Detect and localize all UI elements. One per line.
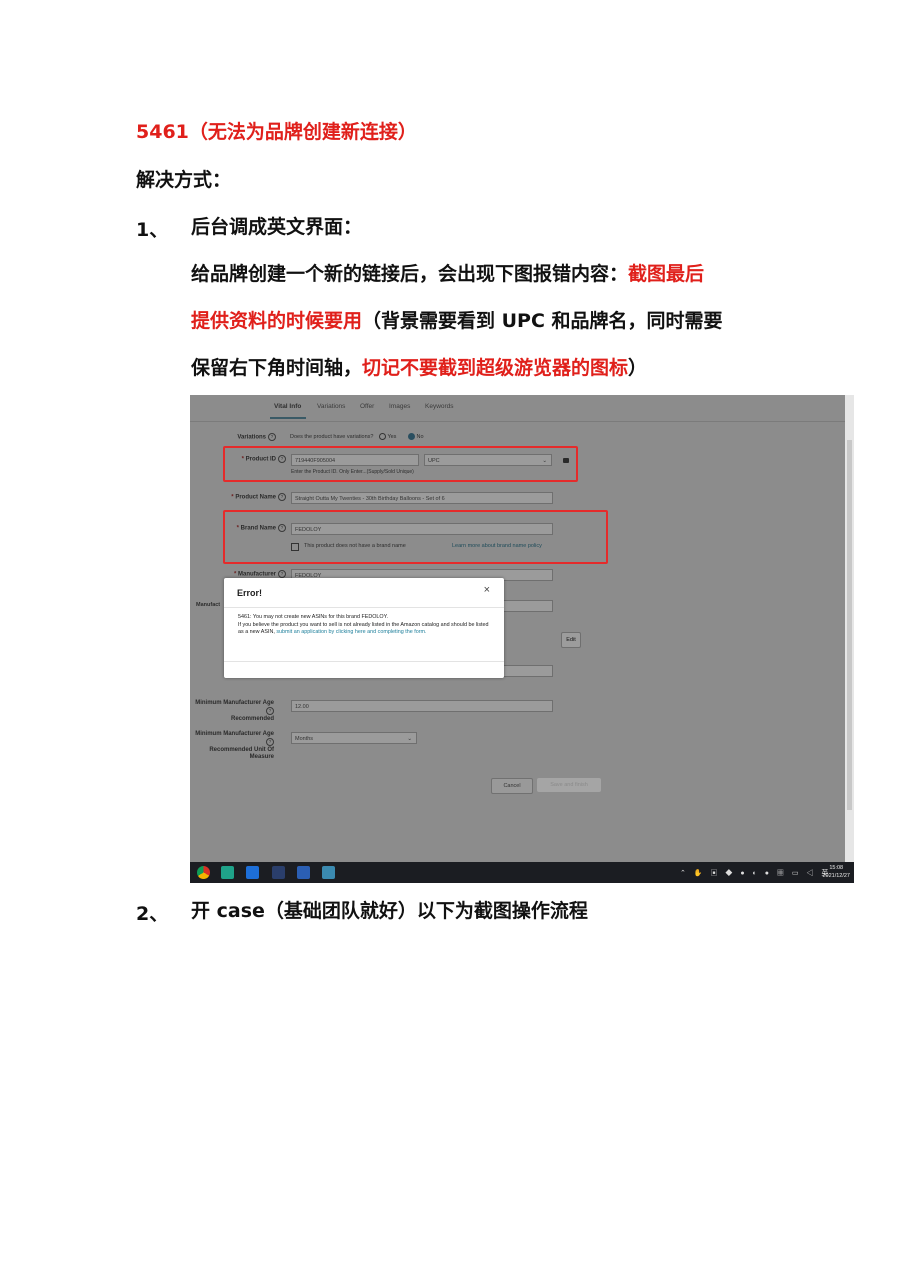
radio-yes[interactable]	[379, 433, 386, 440]
edit-button[interactable]: Edit	[561, 632, 581, 648]
active-tab-indicator	[270, 417, 306, 419]
min-age-unit-select[interactable]: Months ⌄	[291, 732, 417, 744]
application-link[interactable]: submit an application by clicking here a…	[276, 629, 426, 635]
scrollbar[interactable]	[845, 395, 854, 865]
embedded-screenshot: Vital Info Variations Offer Images Keywo…	[190, 395, 854, 883]
product-name-label: * Product Name?	[210, 493, 286, 501]
tray-icons[interactable]: ⌃ ✋ ▣ ◆ ● ◐ ● ▦ ▭ ◁ 英	[680, 868, 831, 878]
para-line-1-red: 截图最后	[628, 263, 705, 285]
divider	[224, 607, 504, 608]
para-line-1: 给品牌创建一个新的链接后，会出现下图报错内容：截图最后	[191, 262, 704, 286]
tab-images[interactable]: Images	[389, 403, 410, 410]
tab-bar: Vital Info Variations Offer Images Keywo…	[190, 395, 854, 422]
hidden-field-1[interactable]	[503, 600, 553, 612]
help-icon[interactable]: ?	[266, 738, 274, 746]
taskbar-clock[interactable]: 15:08 2021/12/27	[822, 864, 850, 880]
variations-label: Variations?	[210, 433, 276, 441]
heading-code: 5461（无法为品牌创建新连接）	[136, 121, 417, 143]
ziniao-icon[interactable]	[246, 866, 259, 879]
error-dialog: Error! × 5461: You may not create new AS…	[224, 578, 504, 678]
tab-vital-info[interactable]: Vital Info	[274, 403, 301, 410]
app-icon[interactable]	[221, 866, 234, 879]
para-line-2-black: （背景需要看到 UPC 和品牌名，同时需要	[362, 310, 723, 332]
help-icon[interactable]: ?	[278, 493, 286, 501]
tab-variations[interactable]: Variations	[317, 403, 345, 410]
help-icon[interactable]: ?	[268, 433, 276, 441]
product-id-highlight-box	[223, 446, 578, 482]
error-line-1: 5461: You may not create new ASINs for t…	[238, 614, 389, 620]
min-age-unit-label: Minimum Manufacturer Age? Recommended Uni…	[195, 731, 274, 760]
word-icon[interactable]	[297, 866, 310, 879]
notes-icon[interactable]	[322, 866, 335, 879]
para-line-3: 保留右下角时间轴，切记不要截到超级游览器的图标）	[191, 356, 647, 380]
app-icon[interactable]	[272, 866, 285, 879]
windows-taskbar: ⌃ ✋ ▣ ◆ ● ◐ ● ▦ ▭ ◁ 英 15:08 2021/12/27	[190, 862, 854, 883]
para-line-2-red: 提供资料的时候要用	[191, 310, 363, 332]
variations-question: Does the product have variations? Yes No	[290, 433, 424, 440]
para-line-3-end: ）	[628, 357, 648, 379]
cancel-button[interactable]: Cancel	[491, 778, 533, 794]
divider	[224, 661, 504, 662]
step-1-number: 1、	[136, 219, 169, 241]
scrollbar-thumb[interactable]	[847, 440, 852, 810]
chevron-down-icon: ⌄	[407, 736, 412, 742]
para-line-3-black: 保留右下角时间轴，	[191, 357, 363, 379]
tab-keywords[interactable]: Keywords	[425, 403, 454, 410]
para-line-2: 提供资料的时候要用（背景需要看到 UPC 和品牌名，同时需要	[191, 309, 723, 333]
help-icon[interactable]: ?	[266, 707, 274, 715]
manufacturer-label: * Manufacturer?	[210, 570, 286, 578]
solution-label: 解决方式：	[136, 169, 232, 191]
para-line-3-red: 切记不要截到超级游览器的图标	[362, 357, 629, 379]
step-2-number: 2、	[136, 903, 169, 925]
save-and-finish-button[interactable]: Save and finish	[537, 778, 601, 792]
tab-offer[interactable]: Offer	[360, 403, 374, 410]
min-age-input[interactable]: 12.00	[291, 700, 553, 712]
step-1-text: 后台调成英文界面：	[191, 216, 363, 238]
chrome-icon[interactable]	[197, 866, 210, 879]
para-line-1-black: 给品牌创建一个新的链接后，会出现下图报错内容：	[191, 263, 629, 285]
min-age-label: Minimum Manufacturer Age? Recommended	[195, 700, 274, 722]
hidden-field-2[interactable]	[503, 665, 553, 677]
help-icon[interactable]: ?	[278, 570, 286, 578]
error-message: 5461: You may not create new ASINs for t…	[238, 614, 490, 637]
radio-no[interactable]	[407, 433, 415, 440]
brand-name-highlight-box	[223, 510, 608, 564]
close-icon[interactable]: ×	[484, 584, 490, 596]
manufacturer-partial-label: Manufact	[196, 602, 221, 608]
error-dialog-title: Error!	[237, 588, 263, 598]
step-2-text: 开 case（基础团队就好）以下为截图操作流程	[191, 900, 588, 922]
product-name-input[interactable]: Straight Outta My Twenties - 30th Birthd…	[291, 492, 553, 504]
